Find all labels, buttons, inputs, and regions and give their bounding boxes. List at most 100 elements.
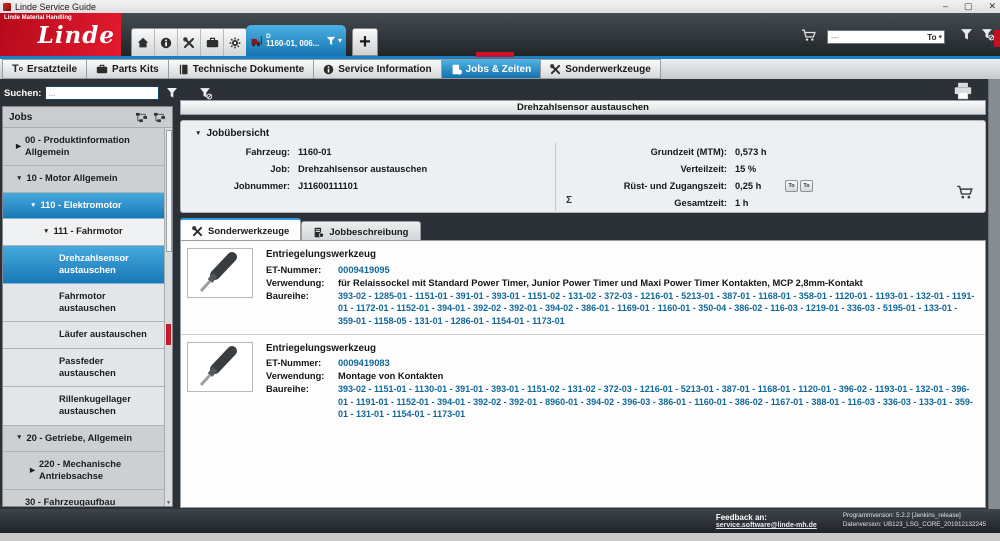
vehicle-caret-icon[interactable]: ▾ — [338, 36, 342, 45]
tree-item[interactable]: ▶220 - Mechanische Antriebsachse — [3, 452, 165, 490]
tree-item-label: 20 - Getriebe, Allgemein — [26, 433, 132, 445]
sidebar-search-input[interactable] — [45, 86, 159, 100]
vehicle-filter-icon[interactable] — [326, 36, 336, 46]
tree-item[interactable]: Läufer austauschen — [3, 322, 165, 349]
tool-name: Entriegelungswerkzeug — [266, 342, 975, 356]
transfer-time-button[interactable]: To — [785, 180, 798, 192]
main-toolbar — [131, 28, 247, 57]
et-number-link[interactable]: 0009419083 — [338, 357, 390, 370]
parts-case-button[interactable] — [201, 29, 224, 56]
sigma-icon: Σ — [566, 195, 572, 206]
tool-name: Entriegelungswerkzeug — [266, 248, 975, 262]
linde-logo: Linde Material Handling Linde — [0, 13, 121, 56]
field-value: Drehzahlsensor austauschen — [298, 164, 427, 174]
maximize-button[interactable]: ▢ — [964, 0, 973, 13]
collapse-tree-icon[interactable] — [153, 112, 166, 123]
chevron-down-icon[interactable]: ▼ — [16, 175, 22, 183]
cart-icon-top[interactable] — [801, 29, 816, 42]
field-label: Verteilzeit: — [562, 164, 727, 174]
expand-tree-icon[interactable] — [135, 112, 148, 123]
special-tools-panel: Entriegelungswerkzeug ET-Nummer:00094190… — [180, 240, 986, 508]
tool-row: Entriegelungswerkzeug ET-Nummer:00094190… — [181, 241, 985, 335]
series-label: Baureihe: — [266, 383, 338, 421]
tab-label: Sonderwerkzeuge — [208, 226, 289, 237]
field-label: Job: — [195, 164, 290, 174]
feedback-email-link[interactable]: service.software@linde-mh.de — [716, 522, 817, 529]
tree-item[interactable]: Rillenkugellager austauschen — [3, 387, 165, 425]
tool-image — [187, 342, 253, 392]
tab-label: Jobbeschreibung — [329, 227, 408, 238]
topbar-search: To ▾ — [827, 30, 945, 44]
chevron-down-icon[interactable]: ▼ — [43, 228, 49, 236]
tab-sonderwerkzeuge[interactable]: Sonderwerkzeuge — [541, 59, 661, 79]
content-filter-clear-icon[interactable] — [199, 87, 212, 100]
tree-item[interactable]: ▼111 - Fahrmotor — [3, 219, 165, 246]
topbar-search-unit[interactable]: To — [927, 33, 938, 42]
overview-right-column: Grundzeit (MTM):0,573 h Verteilzeit:15 %… — [555, 143, 985, 211]
scrollbar-thumb[interactable] — [166, 130, 172, 252]
vehicle-tab[interactable]: D 1160-01, 006... ▾ — [246, 25, 346, 56]
chevron-down-icon[interactable]: ▼ — [30, 202, 36, 210]
job-clock-icon — [451, 64, 462, 75]
jobs-panel: Jobs ▶00 - Produktinformation Allgemein▼… — [2, 106, 173, 507]
field-label: Rüst- und Zugangszeit: — [562, 181, 727, 191]
tree-item[interactable]: Fahrmotor austauschen — [3, 284, 165, 322]
search-label: Suchen: — [4, 88, 41, 99]
tree-item[interactable]: ▶30 - Fahrzeugaufbau Allgemein — [3, 490, 165, 506]
app-icon — [3, 3, 11, 11]
field-value: 0,25 h — [735, 181, 783, 191]
content-scrollbar[interactable] — [988, 79, 1000, 509]
settings-gear-button[interactable] — [224, 29, 246, 56]
sidebar-filter-icon[interactable] — [166, 87, 178, 99]
tree-item-label: Passfeder austauschen — [59, 356, 161, 379]
print-icon[interactable] — [952, 82, 974, 100]
chevron-right-icon[interactable]: ▶ — [30, 467, 35, 475]
add-vehicle-tab-button[interactable]: + — [352, 28, 378, 56]
crossed-tools-icon — [192, 226, 203, 237]
series-list[interactable]: 393-02 - 1285-01 - 1151-01 - 391-01 - 39… — [338, 290, 975, 328]
chevron-right-icon[interactable]: ▶ — [16, 505, 21, 506]
tree-item[interactable]: Passfeder austauschen — [3, 349, 165, 387]
tab-label: Service Information — [338, 64, 431, 75]
transfer-time-button-2[interactable]: To — [800, 180, 813, 192]
et-number-link[interactable]: 0009419095 — [338, 264, 390, 277]
tab-parts-kits[interactable]: Parts Kits — [87, 59, 169, 79]
chevron-right-icon[interactable]: ▶ — [16, 143, 21, 151]
series-list[interactable]: 393-02 - 1151-01 - 1130-01 - 391-01 - 39… — [338, 383, 975, 421]
tree-item[interactable]: ▶00 - Produktinformation Allgemein — [3, 128, 165, 166]
tab-service-information[interactable]: Service Information — [314, 59, 441, 79]
job-overview-header[interactable]: ▼ Jobübersicht — [181, 121, 985, 143]
filter-clear-icon[interactable] — [981, 28, 994, 41]
field-label: Gesamtzeit: — [562, 198, 727, 208]
tree-item-label: Fahrmotor austauschen — [59, 291, 161, 314]
close-button[interactable]: ✕ — [988, 0, 996, 13]
info-icon — [323, 64, 334, 75]
tools-button[interactable] — [178, 29, 201, 56]
tab-jobs-zeiten[interactable]: Jobs & Zeiten — [442, 59, 542, 79]
minimize-button[interactable]: – — [943, 0, 948, 13]
field-value: 1160-01 — [298, 147, 332, 157]
chevron-down-icon[interactable]: ▼ — [16, 434, 22, 442]
tree-item[interactable]: Drehzahlsensor austauschen — [3, 246, 165, 284]
filter-icon[interactable] — [960, 28, 973, 41]
linde-service-guide-window: Linde Service Guide – ▢ ✕ Linde Material… — [0, 0, 1000, 541]
scroll-down-icon[interactable]: ▼ — [165, 500, 172, 506]
tree-item[interactable]: ▼ 20 - Getriebe, Allgemein — [3, 426, 165, 453]
tree-item-label: Drehzahlsensor austauschen — [59, 253, 161, 276]
topbar-search-caret-icon[interactable]: ▾ — [938, 33, 944, 41]
book-icon — [178, 64, 189, 75]
et-label: ET-Nummer: — [266, 264, 338, 277]
tab-label: Jobs & Zeiten — [466, 64, 532, 75]
tree-item[interactable]: ▼110 - Elektromotor — [3, 193, 165, 220]
add-to-cart-icon[interactable] — [956, 185, 973, 200]
topbar-search-input[interactable] — [828, 33, 927, 42]
info-button[interactable] — [155, 29, 178, 56]
tree-item[interactable]: ▼10 - Motor Allgemein — [3, 166, 165, 193]
red-edge-marker — [994, 30, 1000, 47]
scroll-position-marker — [166, 324, 171, 345]
tab-technische-dokumente[interactable]: Technische Dokumente — [169, 59, 315, 79]
home-button[interactable] — [132, 29, 155, 56]
jobs-tree-scrollbar[interactable]: ▼ — [164, 128, 172, 506]
sidebar-search-row: Suchen: — [4, 84, 204, 102]
tab-ersatzteile[interactable]: To Ersatzteile — [2, 59, 87, 79]
